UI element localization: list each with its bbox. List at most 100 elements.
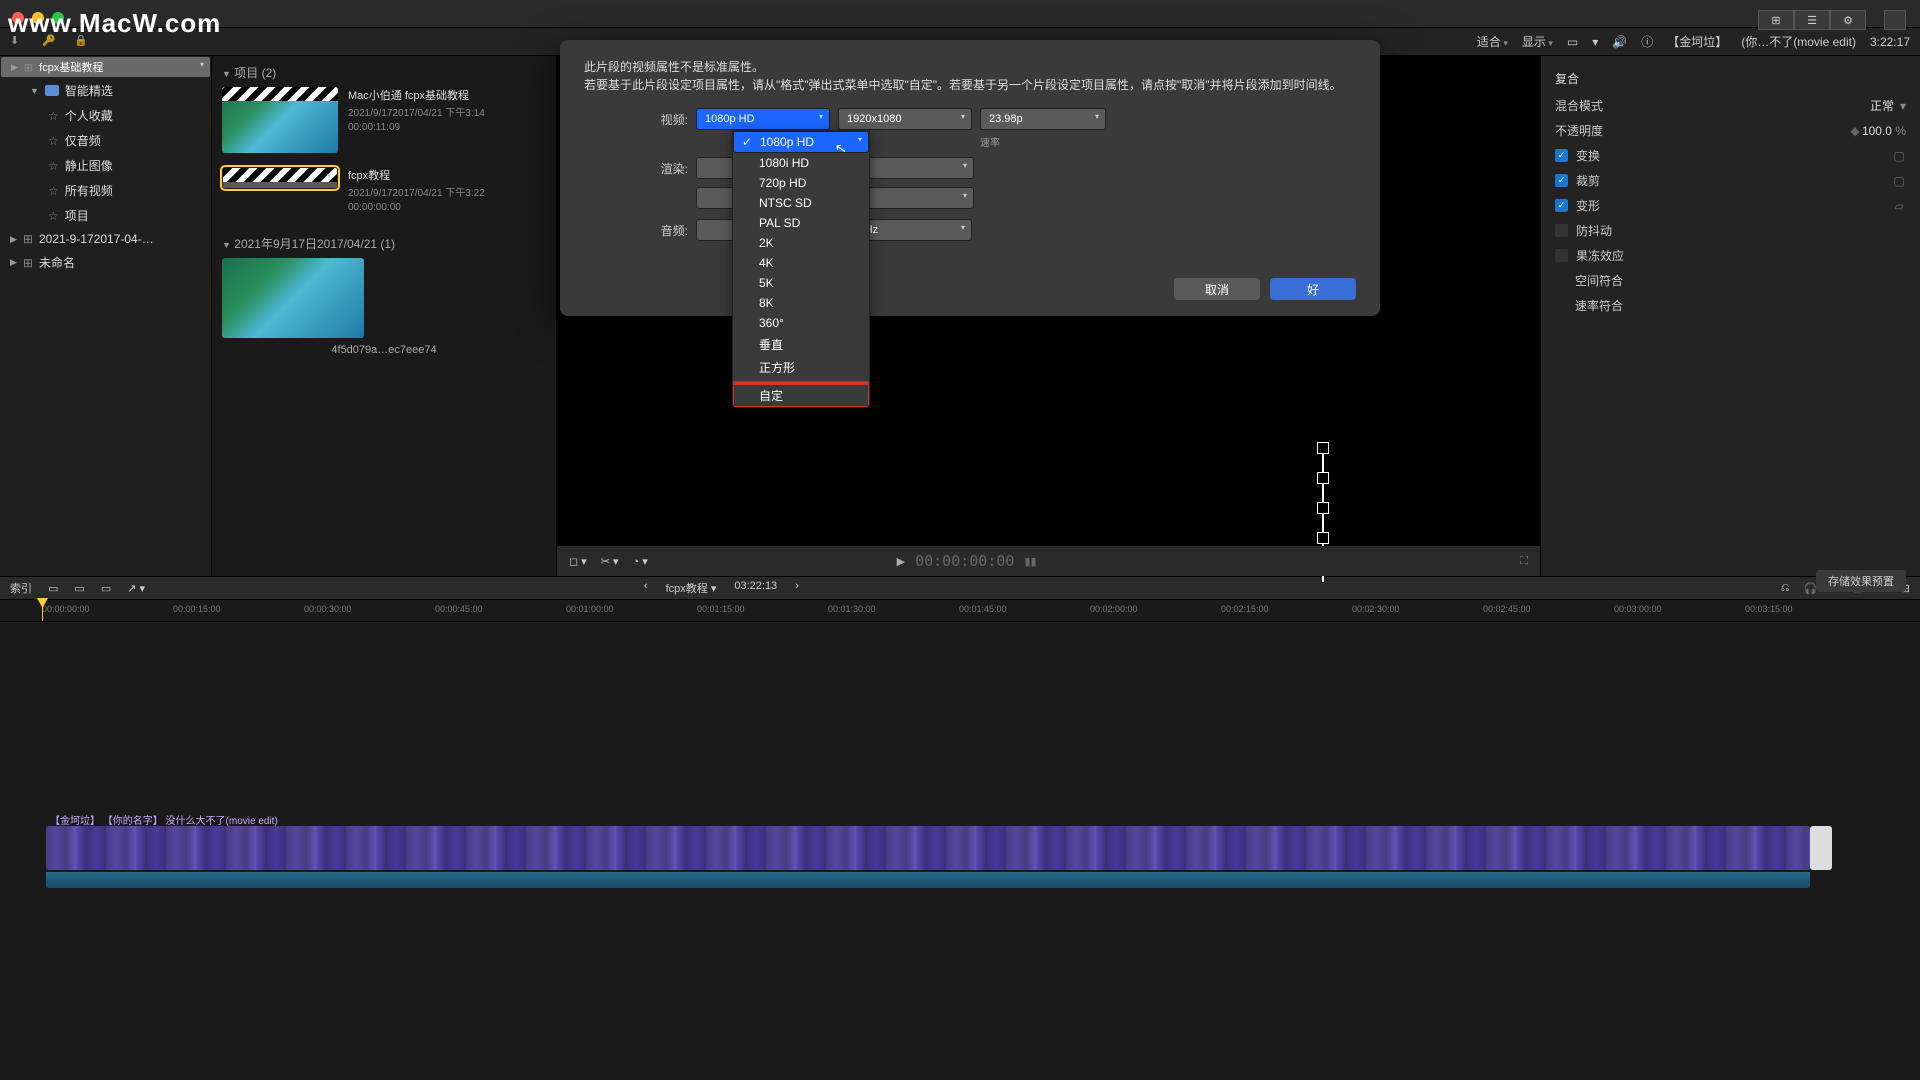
stabilize-row[interactable]: 防抖动	[1555, 218, 1906, 243]
nav-next-icon[interactable]: ›	[795, 580, 799, 596]
sidebar-projects[interactable]: 项目	[0, 203, 211, 228]
dropdown-item[interactable]: 2K	[733, 233, 869, 253]
sidebar-favorites[interactable]: 个人收藏	[0, 103, 211, 128]
tl-tool-icon[interactable]: ▭	[48, 582, 58, 595]
project-thumb	[222, 167, 338, 189]
browser-heading: ▼ 项目 (2)	[222, 64, 546, 81]
ruler-tick: 00:02:15:00	[1221, 604, 1269, 614]
dropdown-item[interactable]: 1080i HD	[733, 153, 869, 173]
tl-arrow-icon[interactable]: ↗ ▾	[127, 582, 145, 595]
sidebar-audio-only[interactable]: 仅音频	[0, 128, 211, 153]
audio-tab-icon[interactable]: 🔊	[1612, 35, 1627, 49]
playhead[interactable]	[42, 600, 43, 621]
sidebar-all-video[interactable]: 所有视频	[0, 178, 211, 203]
timeline-body[interactable]: 【金坷垃】 【你的名字】 没什么大不了(movie edit)	[0, 622, 1920, 1068]
browser-section-2: ▼ 2021年9月17日2017/04/21 (1)	[222, 235, 546, 252]
browser: ▼ 项目 (2) Mac小伯通 fcpx基础教程 2021/9/172017/0…	[212, 56, 557, 576]
nav-prev-icon[interactable]: ‹	[644, 580, 648, 596]
transform-row[interactable]: ✓变换▢	[1555, 143, 1906, 168]
dropdown-item[interactable]: PAL SD	[733, 213, 869, 233]
resolution-select[interactable]: 1920x1080	[838, 108, 972, 130]
clip-end-marker[interactable]	[1810, 826, 1832, 870]
project-title: Mac小伯通 fcpx基础教程	[348, 87, 546, 103]
inspector: 复合 混合模式正常▾ 不透明度◆100.0 ✓变换▢ ✓裁剪▢ ✓变形▱ 防抖动…	[1540, 56, 1920, 576]
video-tab2-icon[interactable]: ▾	[1592, 35, 1598, 49]
rate-select[interactable]: 23.98p	[980, 108, 1106, 130]
share-button[interactable]	[1884, 10, 1906, 30]
display-select[interactable]: 显示	[1522, 33, 1553, 50]
info-tab-icon[interactable]: ⓘ	[1641, 33, 1653, 50]
fullscreen-icon[interactable]: ⛶	[1520, 555, 1528, 568]
dropdown-item[interactable]: 8K	[733, 293, 869, 313]
spatial-row[interactable]: 空间符合	[1555, 268, 1906, 293]
ruler-tick: 00:00:45:00	[435, 604, 483, 614]
sidebar-smart[interactable]: ▼智能精选	[0, 78, 211, 103]
video-tab-icon[interactable]: ▭	[1567, 35, 1578, 49]
sidebar-library-root[interactable]: ▶fcpx基础教程	[0, 56, 211, 78]
clip-thumb[interactable]	[222, 258, 364, 338]
project-item-2[interactable]: fcpx教程 2021/9/172017/04/21 下午3:2200:00:0…	[222, 167, 546, 215]
distort-row[interactable]: ✓变形▱	[1555, 193, 1906, 218]
layout-segmented[interactable]: ⊞ ☰ ⚙	[1758, 10, 1866, 30]
layout-list-icon[interactable]: ☰	[1794, 10, 1830, 30]
project-title: fcpx教程	[348, 167, 546, 183]
rolling-row[interactable]: 果冻效应	[1555, 243, 1906, 268]
sidebar-unnamed[interactable]: ▶未命名	[0, 250, 211, 275]
clip-name: 【金坷垃】	[1667, 33, 1727, 50]
pause-icon[interactable]: ▮▮	[1024, 555, 1036, 568]
ruler-tick: 00:02:30:00	[1352, 604, 1400, 614]
format-select[interactable]: 1080p HD	[696, 108, 830, 130]
dropdown-item[interactable]: 5K	[733, 273, 869, 293]
timeline-ruler[interactable]: 00:00:00:0000:00:15:0000:00:30:0000:00:4…	[0, 600, 1920, 622]
transform-tool-icon[interactable]: ◻ ▾	[569, 555, 587, 568]
dropdown-item[interactable]: 正方形	[733, 356, 869, 379]
rate-sublabel: 速率	[980, 134, 1000, 149]
fit-select[interactable]: 适合	[1477, 33, 1508, 50]
inspector-composite-header: 复合	[1555, 70, 1906, 87]
tl-tool-icon[interactable]: ▭	[101, 582, 111, 595]
ruler-tick: 00:02:00:00	[1090, 604, 1138, 614]
sidebar-stills[interactable]: 静止图像	[0, 153, 211, 178]
sidebar-event[interactable]: ▶2021-9-172017-04-…	[0, 228, 211, 250]
dropdown-item[interactable]: 1080p HD	[733, 131, 869, 153]
video-clip[interactable]	[46, 826, 1810, 870]
viewer-timecode: 00:00:00:00	[915, 552, 1014, 570]
audio-clip[interactable]	[46, 872, 1810, 888]
dialog-message: 此片段的视频属性不是标准属性。 若要基于此片段设定项目属性，请从"格式"弹出式菜…	[584, 58, 1356, 94]
project-thumb	[222, 87, 338, 153]
dropdown-item[interactable]: 720p HD	[733, 173, 869, 193]
crop-row[interactable]: ✓裁剪▢	[1555, 168, 1906, 193]
ruler-tick: 00:00:15:00	[173, 604, 221, 614]
dropdown-item[interactable]: 360°	[733, 313, 869, 333]
ruler-tick: 00:02:45:00	[1483, 604, 1531, 614]
project-item-1[interactable]: Mac小伯通 fcpx基础教程 2021/9/172017/04/21 下午3:…	[222, 87, 546, 153]
tl-opt-icon[interactable]: ⎌	[1781, 582, 1790, 595]
dropdown-item[interactable]: NTSC SD	[733, 193, 869, 213]
format-dropdown[interactable]: 1080p HD1080i HD720p HDNTSC SDPAL SD2K4K…	[732, 130, 870, 408]
blend-mode-row[interactable]: 混合模式正常▾	[1555, 93, 1906, 118]
tl-tool-icon[interactable]: ▭	[74, 582, 84, 595]
dropdown-item[interactable]: 4K	[733, 253, 869, 273]
enhance-tool-icon[interactable]: ◔ ▾	[633, 555, 648, 568]
retime-tool-icon[interactable]: ✂ ▾	[601, 555, 619, 568]
index-button[interactable]: 索引	[10, 580, 32, 596]
clip-tc: 3:22:17	[1870, 35, 1910, 49]
layout-grid-icon[interactable]: ⊞	[1758, 10, 1794, 30]
save-preset-button[interactable]: 存储效果预置	[1816, 570, 1906, 592]
clip-caption: 4f5d079a…ec7eee74	[222, 344, 546, 356]
rate-conform-row[interactable]: 速率符合	[1555, 293, 1906, 318]
ruler-tick: 00:03:00:00	[1614, 604, 1662, 614]
clip-sub: (你…不了(movie edit)	[1741, 33, 1856, 50]
play-button[interactable]	[897, 555, 905, 568]
cancel-button[interactable]: 取消	[1174, 278, 1260, 300]
layout-settings-icon[interactable]: ⚙	[1830, 10, 1866, 30]
ruler-tick: 00:01:45:00	[959, 604, 1007, 614]
dropdown-item[interactable]: 垂直	[733, 333, 869, 356]
library-sidebar: ▶fcpx基础教程 ▼智能精选 个人收藏 仅音频 静止图像 所有视频 项目 ▶2…	[0, 56, 212, 576]
titlebar: ⊞ ☰ ⚙	[0, 0, 1920, 28]
watermark: www.MacW.com	[8, 8, 221, 39]
opacity-row[interactable]: 不透明度◆100.0	[1555, 118, 1906, 143]
render-label: 渲染:	[584, 160, 688, 177]
dropdown-item-custom[interactable]: 自定	[733, 384, 869, 407]
ok-button[interactable]: 好	[1270, 278, 1356, 300]
